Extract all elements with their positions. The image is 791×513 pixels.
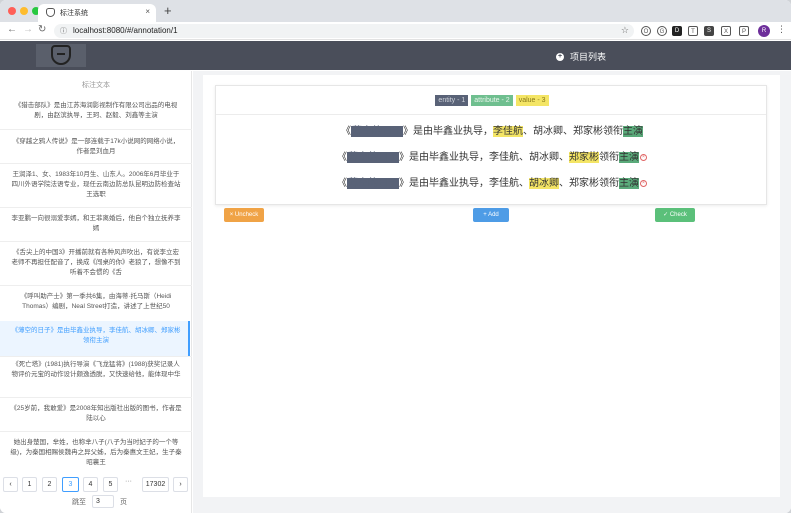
remove-circle-icon[interactable]: × [640, 179, 647, 187]
attribute-highlight[interactable]: 主演 [619, 178, 639, 189]
profile-avatar[interactable]: R [758, 25, 770, 37]
list-item[interactable]: 《呼叫助产士》第一季共6集，由海蒂·托马斯（Heidi Thomas）编剧，Ne… [10, 292, 182, 312]
forward-arrow-icon[interactable]: → [23, 24, 33, 35]
info-icon[interactable]: ⓘ [60, 26, 67, 36]
list-item[interactable]: 李亚鹏一向很溺爱李嫣，和王菲离婚后，他自个独立抚养李嫣 [10, 214, 182, 234]
list-item[interactable]: 王润泽1、女、1983年10月生、山东人。2006年6月毕业于四川外语学院法语专… [10, 170, 182, 200]
sentence-text: 领衔 [599, 152, 619, 163]
main-area: entity - 1 attribute - 2 value - 3 《薄空的日… [193, 71, 791, 513]
url-text[interactable]: localhost:8080/#/annotation/1 [73, 26, 178, 35]
divider [0, 241, 192, 242]
page-button-3[interactable]: 3 [62, 477, 79, 492]
sentence-text: 《 [341, 126, 351, 137]
annotated-sentence[interactable]: 《薄空的日子》是由毕鑫业执导，李佳航、胡冰卿、郑家彬领衔主演 × [216, 151, 768, 165]
list-item[interactable]: 《穿越之鸦人传说》是一部连载于17k小说网的网络小说，作者是刘血月 [10, 137, 182, 157]
browser-window: 标注系统 × + ← → ↻ ⓘ localhost:8080/#/annota… [0, 0, 791, 513]
annotation-panel: entity - 1 attribute - 2 value - 3 《薄空的日… [203, 75, 780, 497]
jump-label: 跳至 [72, 499, 86, 506]
page-button-2[interactable]: 2 [42, 477, 57, 492]
label-value[interactable]: value - 3 [515, 95, 549, 106]
extension-icon[interactable]: G [657, 26, 667, 36]
bookmark-star-icon[interactable]: ☆ [621, 25, 629, 36]
divider [0, 207, 192, 208]
divider [216, 114, 766, 115]
shield-logo-icon [51, 45, 71, 65]
close-window-button[interactable] [8, 7, 16, 15]
page-button-4[interactable]: 4 [83, 477, 98, 492]
extension-icon[interactable]: S [704, 26, 714, 36]
app-header: + 项目列表 [0, 41, 791, 70]
list-item[interactable]: 《舌尖上的中国3》开播前就有各种风声吹出，有说李立宏老师不再担任配音了，换成《闯… [10, 248, 182, 278]
shield-icon [46, 8, 55, 17]
text-sidebar: 标注文本 《猎击部队》是由江苏海润影视制作有限公司出品的电视剧，由赵滨执导，王珂… [0, 71, 192, 513]
project-list-label: 项目列表 [570, 52, 607, 62]
jump-page-input[interactable]: 3 [92, 495, 114, 508]
extension-icon[interactable]: D [672, 26, 682, 36]
uncheck-button[interactable]: × Uncheck [224, 208, 264, 222]
add-button[interactable]: + Add [473, 208, 509, 222]
sentence-text: 》是由毕鑫业执导， [403, 126, 493, 137]
attribute-highlight[interactable]: 主演 [623, 126, 643, 137]
divider [0, 129, 192, 130]
sentence-text: 》是由毕鑫业执导，李佳航、 [399, 178, 529, 189]
puzzle-extensions-icon[interactable]: P [739, 26, 749, 36]
list-item[interactable]: 《死亡塔》(1981)执行导演《飞龙猛将》(1988)获奖记录人物评价元宝的动作… [10, 360, 182, 380]
divider [0, 356, 192, 357]
annotated-sentence[interactable]: 《薄空的日子》是由毕鑫业执导，李佳航、胡冰卿、郑家彬领衔主演 [216, 125, 768, 139]
back-arrow-icon[interactable]: ← [7, 24, 17, 35]
divider [0, 163, 192, 164]
sidebar-title: 标注文本 [82, 82, 110, 89]
attribute-highlight[interactable]: 主演 [619, 152, 639, 163]
value-highlight[interactable]: 胡冰卿 [529, 178, 559, 189]
list-item[interactable]: 《猎击部队》是由江苏海润影视制作有限公司出品的电视剧，由赵滨执导，王珂、赵毅、刘… [10, 101, 182, 121]
sentence-text: 》是由毕鑫业执导，李佳航、胡冰卿、 [399, 152, 569, 163]
more-pages-icon[interactable]: ··· [125, 478, 132, 485]
label-entity[interactable]: entity - 1 [435, 95, 469, 106]
sentence-text: 、郑家彬领衔 [559, 178, 619, 189]
annotated-sentence[interactable]: 《薄空的日子》是由毕鑫业执导，李佳航、胡冰卿、郑家彬领衔主演 × [216, 177, 768, 191]
project-list-link[interactable]: + 项目列表 [556, 50, 606, 63]
label-attribute[interactable]: attribute - 2 [471, 95, 513, 106]
list-item[interactable]: 《25岁前，我敢爱》是2008年知出版社出版的图书，作者是陆以心 [10, 404, 182, 424]
address-toolbar: ← → ↻ ⓘ localhost:8080/#/annotation/1 ☆ … [0, 22, 791, 40]
entity-highlight[interactable]: 薄空的日子 [347, 178, 399, 189]
minimize-window-button[interactable] [20, 7, 28, 15]
annotation-card: entity - 1 attribute - 2 value - 3 《薄空的日… [215, 85, 767, 205]
plus-circle-icon: + [556, 52, 564, 61]
list-item-active[interactable]: 《薄空的日子》是由毕鑫业执导，李佳航、胡冰卿、郑家彬领衔主演 [10, 326, 182, 346]
extension-icon[interactable]: T [688, 26, 698, 36]
pagination: ‹ 1 2 3 4 5 ··· 17302 › 跳至 3 页 [0, 473, 192, 513]
remove-circle-icon[interactable]: × [640, 153, 647, 161]
tab-title: 标注系统 [60, 10, 88, 17]
entity-highlight[interactable]: 薄空的日子 [347, 152, 399, 163]
divider [0, 397, 192, 398]
page-button-1[interactable]: 1 [22, 477, 37, 492]
divider [0, 285, 192, 286]
list-item[interactable]: 她出身楚国，芈姓，也称芈八子(八子为当时妃子的一个等级)，为秦国相赐侯魏冉之异父… [10, 438, 182, 468]
prev-page-button[interactable]: ‹ [3, 477, 18, 492]
sentence-text: 《 [337, 178, 347, 189]
address-bar[interactable]: ⓘ localhost:8080/#/annotation/1 ☆ [54, 24, 634, 38]
check-button[interactable]: ✓ Check [655, 208, 695, 222]
value-highlight[interactable]: 郑家彬 [569, 152, 599, 163]
app-logo[interactable] [36, 44, 86, 67]
browser-tab[interactable]: 标注系统 × [38, 4, 156, 22]
jump-suffix: 页 [120, 499, 127, 506]
reload-icon[interactable]: ↻ [38, 24, 46, 35]
label-bar: entity - 1 attribute - 2 value - 3 [216, 95, 768, 106]
divider [0, 431, 192, 432]
sentence-text: 《 [337, 152, 347, 163]
tab-close-icon[interactable]: × [145, 7, 150, 16]
value-highlight[interactable]: 李佳航 [493, 126, 523, 137]
entity-highlight[interactable]: 薄空的日子 [351, 126, 403, 137]
extension-icon[interactable]: O [641, 26, 651, 36]
new-tab-button[interactable]: + [164, 3, 172, 18]
next-page-button[interactable]: › [173, 477, 188, 492]
last-page-button[interactable]: 17302 [142, 477, 169, 492]
more-menu-icon[interactable]: ⋮ [777, 24, 786, 35]
extension-icon[interactable]: X [721, 26, 731, 36]
tab-bar: 标注系统 × + [0, 0, 791, 22]
sentence-text: 、胡冰卿、郑家彬领衔 [523, 126, 623, 137]
page-button-5[interactable]: 5 [103, 477, 118, 492]
